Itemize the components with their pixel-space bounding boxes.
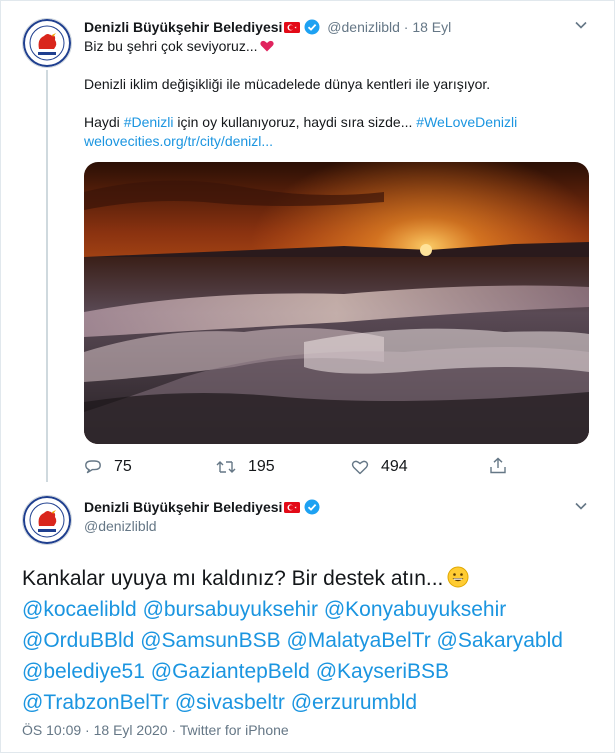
mention-link[interactable]: @kocaelibld xyxy=(22,598,137,621)
mention-link[interactable]: @erzurumbld xyxy=(291,691,417,714)
reply-action[interactable]: 75 xyxy=(84,458,132,476)
mention-link[interactable]: @SamsunBSB xyxy=(140,629,280,652)
retweet-icon xyxy=(216,461,236,473)
meta-separator: · xyxy=(85,722,90,738)
mention-lines: @kocaelibld @bursabuyuksehir @Konyabuyuk… xyxy=(22,594,563,718)
chevron-down-icon[interactable] xyxy=(574,18,588,32)
red-heart-icon xyxy=(259,40,274,52)
mention-line: @kocaelibld @bursabuyuksehir @Konyabuyuk… xyxy=(22,594,563,625)
retweet-count: 195 xyxy=(248,458,275,475)
mention-link[interactable]: @TrabzonBelTr xyxy=(22,691,169,714)
tweet-line-3-middle: için oy kullanıyoruz, haydi sıra sizde..… xyxy=(173,114,417,130)
tweet-text: Biz bu şehri çok seviyoruz... Denizli ik… xyxy=(84,37,517,151)
mention-line: @OrduBBld @SamsunBSB @MalatyaBelTr @Saka… xyxy=(22,625,563,656)
author-avatar-2[interactable] xyxy=(22,495,72,545)
reply-icon xyxy=(85,460,101,474)
reply-count: 75 xyxy=(114,458,132,475)
chevron-down-icon[interactable] xyxy=(574,499,588,513)
mention-link[interactable]: @Sakaryabld xyxy=(437,629,563,652)
tweet-header: Denizli Büyükşehir Belediyesi @denizlibl… xyxy=(84,19,451,35)
mention-link[interactable]: @sivasbeltr xyxy=(175,691,285,714)
author-name-2[interactable]: Denizli Büyükşehir Belediyesi xyxy=(84,499,282,515)
tweet-source[interactable]: Twitter for iPhone xyxy=(180,722,289,738)
like-count: 494 xyxy=(381,458,408,475)
mention-link[interactable]: @GaziantepBeld xyxy=(151,660,310,683)
like-icon xyxy=(351,460,369,475)
turkish-flag-icon xyxy=(284,22,301,33)
mention-link[interactable]: @MalatyaBelTr xyxy=(286,629,430,652)
tweet2-header: Denizli Büyükşehir Belediyesi xyxy=(84,499,320,515)
mention-line: @TrabzonBelTr @sivasbeltr @erzurumbld xyxy=(22,687,563,718)
like-action[interactable]: 494 xyxy=(351,458,408,476)
tweet2-meta: ÖS 10:09 · 18 Eyl 2020 · Twitter for iPh… xyxy=(22,722,289,738)
tweet2-text: Kankalar uyuya mı kaldınız? Bir destek a… xyxy=(22,563,563,718)
author-avatar[interactable] xyxy=(22,18,72,68)
hashtag-welovedenizli[interactable]: #WeLoveDenizli xyxy=(416,114,517,130)
meta-separator-2: · xyxy=(171,722,177,738)
retweet-action[interactable]: 195 xyxy=(216,458,275,476)
author-handle[interactable]: @denizlibld xyxy=(327,19,400,35)
mention-link[interactable]: @Konyabuyuksehir xyxy=(324,598,506,621)
tweet-date[interactable]: 18 Eyl xyxy=(412,19,451,35)
tweet-full-date[interactable]: 18 Eyl 2020 xyxy=(94,722,168,738)
mention-link[interactable]: @bursabuyuksehir xyxy=(143,598,318,621)
tweet-line-2: Denizli iklim değişikliği ile mücadelede… xyxy=(84,76,491,92)
tweet-line-1: Biz bu şehri çok seviyoruz... xyxy=(84,38,258,54)
tweet-line-3-prefix: Haydi xyxy=(84,114,124,130)
tweet-time[interactable]: ÖS 10:09 xyxy=(22,722,81,738)
author-handle-2[interactable]: @denizlibld xyxy=(84,518,157,534)
mention-line: @belediye51 @GaziantepBeld @KayseriBSB xyxy=(22,656,563,687)
tweet2-main-text: Kankalar uyuya mı kaldınız? Bir destek a… xyxy=(22,567,444,590)
hashtag-denizli[interactable]: #Denizli xyxy=(124,114,174,130)
header-separator: · xyxy=(403,19,409,35)
grinning-face-icon xyxy=(447,566,469,588)
mention-link[interactable]: @KayseriBSB xyxy=(316,660,449,683)
share-icon[interactable] xyxy=(489,457,507,474)
verified-icon xyxy=(304,499,320,515)
author-name[interactable]: Denizli Büyükşehir Belediyesi xyxy=(84,19,282,35)
mention-link[interactable]: @OrduBBld xyxy=(22,629,134,652)
turkish-flag-icon xyxy=(284,502,301,513)
mention-link[interactable]: @belediye51 xyxy=(22,660,145,683)
thread-line xyxy=(46,70,48,482)
external-link[interactable]: welovecities.org/tr/city/denizl... xyxy=(84,132,517,151)
tweet-photo[interactable] xyxy=(84,162,589,444)
verified-icon xyxy=(304,19,320,35)
